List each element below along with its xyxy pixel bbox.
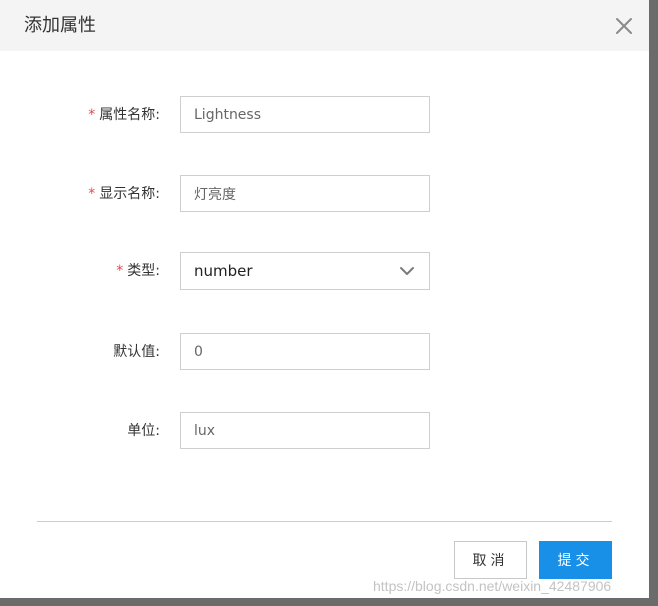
footer-divider [37,521,612,522]
type-select-value: number [194,262,253,280]
close-icon [612,14,636,38]
required-mark: * [88,186,96,202]
display-name-label: * 显示名称: [88,186,160,202]
unit-label: 单位: [127,423,160,439]
chevron-down-icon [399,265,415,277]
attribute-name-input[interactable] [180,96,430,133]
display-name-input[interactable] [180,175,430,212]
required-mark: * [116,263,124,279]
default-value-input[interactable] [180,333,430,370]
form-row-display-name: * 显示名称: [0,175,649,213]
watermark: https://blog.csdn.net/weixin_42487906 [373,578,612,594]
dialog-title: 添加属性 [24,15,96,36]
submit-button[interactable]: 提交 [539,541,612,579]
type-select[interactable]: number [180,252,430,290]
attribute-name-label: * 属性名称: [88,107,160,123]
form-row-attribute-name: * 属性名称: [0,96,649,134]
default-value-label: 默认值: [113,344,160,360]
form-row-default-value: 默认值: [0,333,649,371]
dialog-header: 添加属性 [0,0,649,51]
required-mark: * [88,107,96,123]
close-button[interactable] [612,14,636,38]
form-row-type: * 类型: number [0,252,649,290]
add-attribute-dialog: 添加属性 *属性名称: *显示名称: *类型: number [0,0,649,598]
unit-input[interactable] [180,412,430,449]
type-label: * 类型: [116,263,160,279]
form-row-unit: 单位: [0,412,649,450]
cancel-button[interactable]: 取消 [454,541,527,579]
